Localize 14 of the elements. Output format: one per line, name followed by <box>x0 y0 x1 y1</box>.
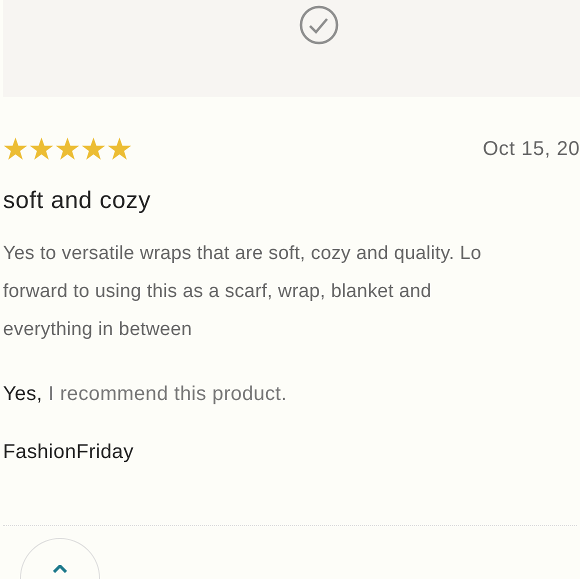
review-date: Oct 15, 20 <box>482 137 580 162</box>
review-text-line: Yes to versatile wraps that are soft, cozy and quality. Lo <box>3 242 482 266</box>
recommend-text: Yes, I recommend this product. <box>3 382 288 407</box>
author-name: FashionFriday <box>3 440 135 465</box>
check-circle-icon <box>298 5 338 45</box>
star-icon <box>107 137 132 161</box>
review-text-line: forward to using this as a scarf, wrap, blanket and <box>3 280 432 304</box>
star-icon <box>3 137 28 161</box>
review-title: soft and cozy <box>3 186 152 216</box>
star-icon <box>29 137 54 161</box>
star-icon <box>81 137 106 161</box>
chevron-up-icon <box>53 565 67 573</box>
review-text-line: everything in between <box>3 318 194 342</box>
star-icon <box>55 137 80 161</box>
